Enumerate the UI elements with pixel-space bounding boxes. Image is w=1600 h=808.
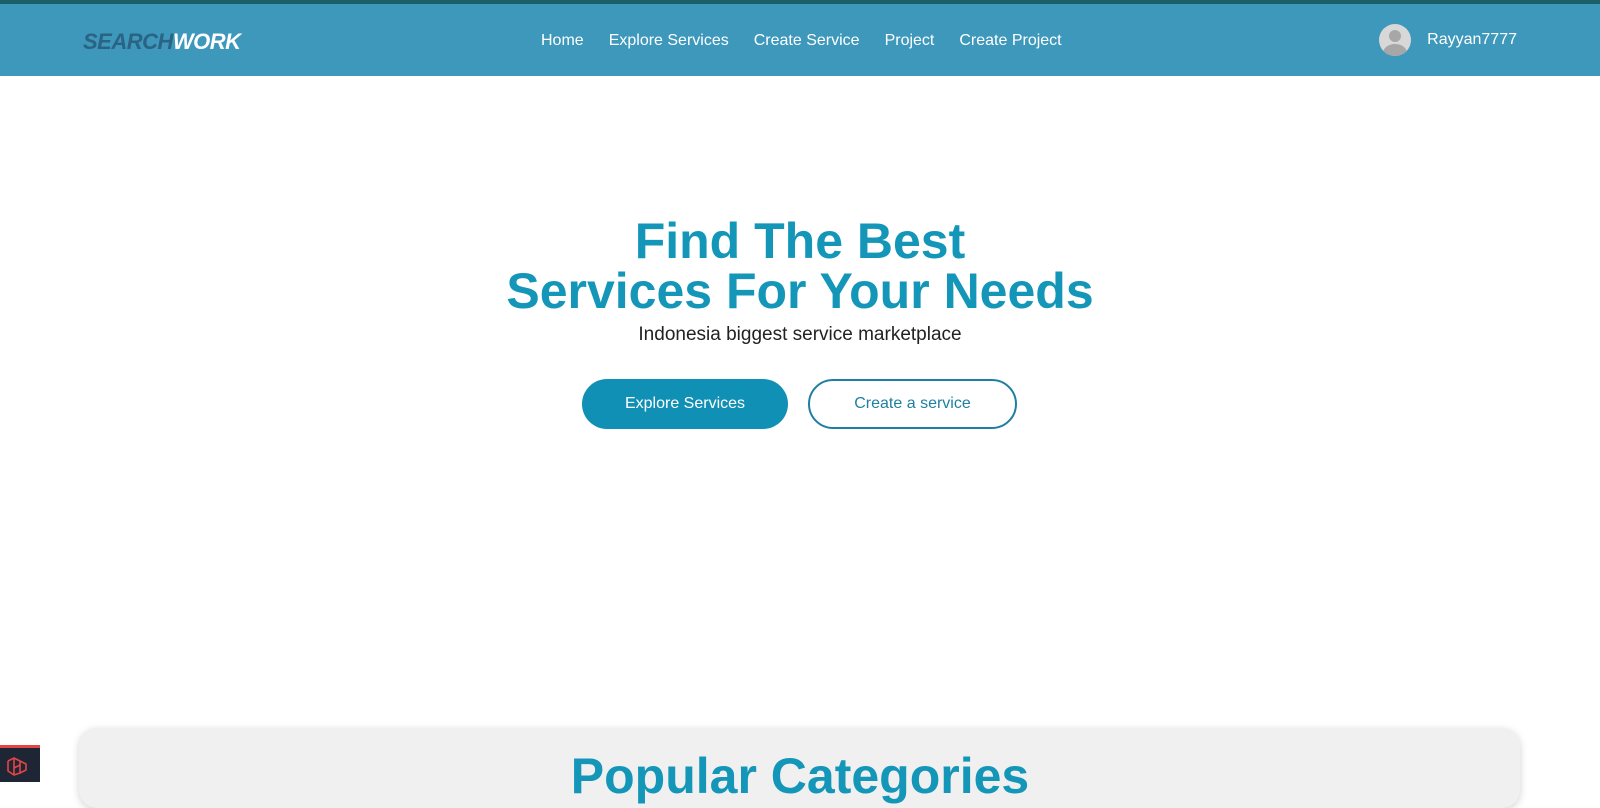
user-avatar-icon[interactable] [1379,24,1412,56]
laravel-icon [7,757,27,776]
brand-logo[interactable]: SEARCHWORK [83,28,241,56]
hero-title-line1: Find The Best [634,213,966,269]
brand-logo-part2: WORK [172,29,241,54]
hero-subtitle: Indonesia biggest service marketplace [638,324,962,345]
nav-link-project[interactable]: Project [885,30,935,52]
username[interactable]: Rayyan7777 [1427,29,1517,51]
brand-logo-part1: SEARCH [83,29,173,54]
main-nav: Home Explore Services Create Service Pro… [541,30,1087,52]
nav-link-create-service[interactable]: Create Service [754,30,860,52]
explore-services-button[interactable]: Explore Services [582,379,788,429]
nav-link-explore-services[interactable]: Explore Services [609,30,729,52]
navbar: SEARCHWORK Home Explore Services Create … [0,4,1600,76]
debug-bar-toggle[interactable] [0,745,40,782]
nav-link-create-project[interactable]: Create Project [959,30,1061,52]
categories-title: Popular Categories [570,748,1030,804]
hero-title-line2: Services For Your Needs [506,263,1094,319]
hero-title: Find The Best Services For Your Needs [0,216,1600,316]
user-menu[interactable]: Rayyan7777 [1379,24,1517,56]
create-service-button[interactable]: Create a service [808,379,1017,429]
nav-link-home[interactable]: Home [541,30,584,52]
